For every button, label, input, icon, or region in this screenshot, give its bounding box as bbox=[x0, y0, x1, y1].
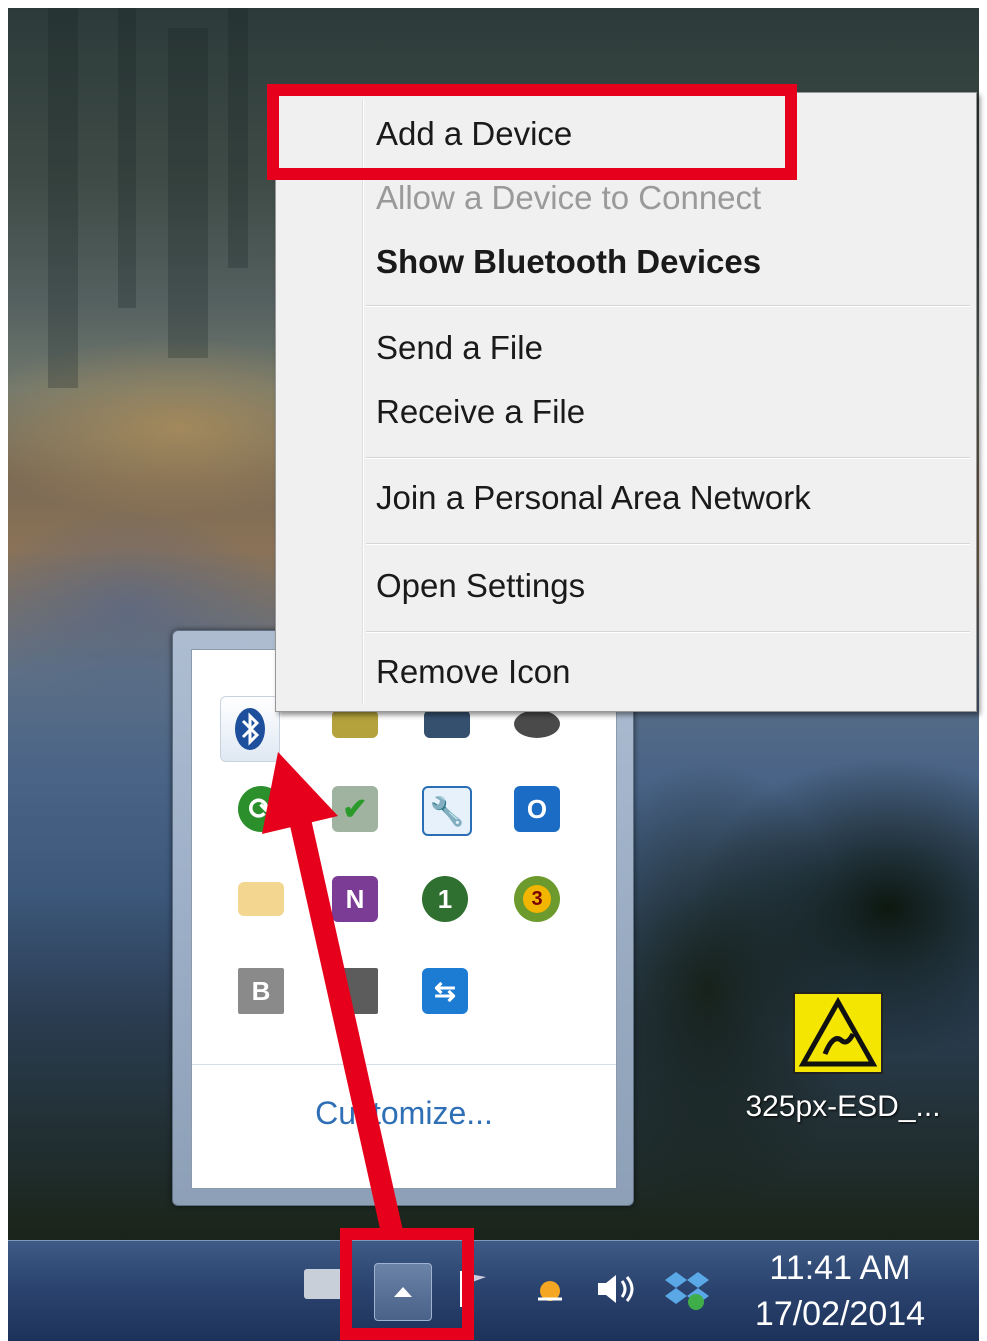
annotation-arrow bbox=[262, 752, 403, 1235]
show-hidden-icons-highlight-box bbox=[340, 1228, 474, 1340]
add-device-highlight-box bbox=[267, 84, 797, 180]
